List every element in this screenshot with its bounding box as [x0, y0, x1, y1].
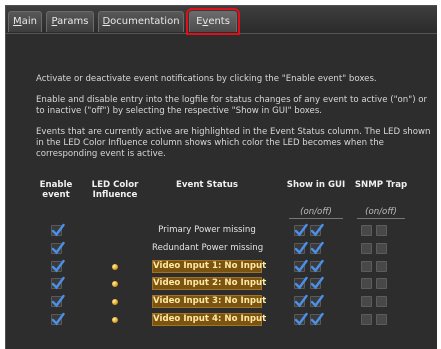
snmp-trap-off-checkbox[interactable]	[376, 278, 387, 289]
led-indicator-icon	[112, 264, 118, 270]
header-event-status: Event Status	[176, 180, 238, 190]
show-in-gui-off-checkbox[interactable]	[310, 259, 324, 273]
tab-documentation-label-key: D	[102, 16, 111, 27]
show-in-gui-off-checkbox[interactable]	[310, 276, 324, 290]
event-row: Video Input 4: No Input	[6, 311, 437, 329]
intro-paragraph-3: Events that are currently active are hig…	[36, 127, 431, 159]
checkmark-icon	[294, 312, 308, 326]
checkmark-icon	[294, 294, 308, 308]
checkmark-icon	[310, 312, 324, 326]
tab-params-label: arams	[57, 16, 89, 27]
show-in-gui-on-checkbox[interactable]	[294, 276, 308, 290]
tab-params[interactable]: Params	[46, 11, 94, 32]
window-frame: Main Params Documentation Events Activat…	[0, 0, 441, 349]
led-indicator-icon	[112, 317, 118, 323]
enable-event-checkbox[interactable]	[51, 312, 65, 326]
snmp-trap-off-checkbox[interactable]	[376, 296, 387, 307]
show-in-gui-off-checkbox[interactable]	[310, 223, 324, 237]
checkmark-icon	[310, 259, 324, 273]
led-indicator-icon	[112, 299, 118, 305]
snmp-trap-off-checkbox[interactable]	[376, 225, 387, 236]
checkmark-icon	[51, 294, 65, 308]
gui-on-off-label: (on/off)	[300, 207, 332, 217]
event-status-label: Redundant Power missing	[152, 243, 264, 253]
show-in-gui-on-checkbox[interactable]	[294, 294, 308, 308]
event-status-label: Primary Power missing	[158, 225, 256, 235]
led-indicator-icon	[112, 281, 118, 287]
checkmark-icon	[310, 223, 324, 237]
show-in-gui-on-checkbox[interactable]	[294, 312, 308, 326]
tab-events[interactable]: Events	[186, 8, 240, 35]
enable-event-checkbox[interactable]	[51, 294, 65, 308]
snmp-trap-on-checkbox[interactable]	[361, 225, 372, 236]
enable-event-checkbox[interactable]	[51, 259, 65, 273]
gui-subheader-divider	[289, 218, 343, 219]
snmp-trap-off-checkbox[interactable]	[376, 243, 387, 254]
event-row: Redundant Power missing	[6, 240, 437, 258]
event-status-label: Video Input 2: No Input	[152, 277, 267, 290]
checkmark-icon	[310, 294, 324, 308]
event-row: Video Input 3: No Input	[6, 293, 437, 311]
event-row: Primary Power missing	[6, 222, 437, 240]
header-enable-event: Enable event	[39, 180, 73, 200]
snmp-trap-on-checkbox[interactable]	[361, 278, 372, 289]
snmp-on-off-label: (on/off)	[365, 207, 397, 217]
checkmark-icon	[51, 259, 65, 273]
show-in-gui-on-checkbox[interactable]	[294, 259, 308, 273]
tab-bar: Main Params Documentation Events	[6, 6, 437, 35]
events-panel: Main Params Documentation Events Activat…	[5, 5, 437, 349]
enable-event-checkbox[interactable]	[51, 276, 65, 290]
checkmark-icon	[51, 241, 65, 255]
tab-documentation-label: ocumentation	[110, 16, 180, 27]
snmp-trap-on-checkbox[interactable]	[361, 314, 372, 325]
header-led-color-influence: LED Color Influence	[91, 180, 139, 200]
show-in-gui-off-checkbox[interactable]	[310, 241, 324, 255]
tab-main-label-key: M	[13, 16, 22, 27]
checkmark-icon	[294, 223, 308, 237]
tab-documentation[interactable]: Documentation	[98, 11, 184, 32]
event-status-label: Video Input 4: No Input	[152, 313, 267, 326]
snmp-trap-off-checkbox[interactable]	[376, 261, 387, 272]
snmp-subheader-divider	[357, 218, 405, 219]
checkmark-icon	[51, 223, 65, 237]
checkmark-icon	[294, 259, 308, 273]
header-snmp-trap: SNMP Trap	[354, 180, 408, 190]
checkmark-icon	[51, 276, 65, 290]
checkmark-icon	[310, 276, 324, 290]
event-status-label: Video Input 3: No Input	[152, 295, 267, 308]
snmp-trap-on-checkbox[interactable]	[361, 243, 372, 254]
snmp-trap-on-checkbox[interactable]	[361, 261, 372, 272]
event-status-label: Video Input 1: No Input	[152, 260, 267, 273]
checkmark-icon	[310, 241, 324, 255]
enable-event-checkbox[interactable]	[51, 241, 65, 255]
enable-event-checkbox[interactable]	[51, 223, 65, 237]
checkmark-icon	[51, 312, 65, 326]
snmp-trap-off-checkbox[interactable]	[376, 314, 387, 325]
show-in-gui-off-checkbox[interactable]	[310, 312, 324, 326]
tab-main-label: ain	[21, 16, 37, 27]
header-show-in-gui: Show in GUI	[286, 180, 346, 190]
tab-main[interactable]: Main	[8, 11, 42, 32]
show-in-gui-on-checkbox[interactable]	[294, 241, 308, 255]
show-in-gui-on-checkbox[interactable]	[294, 223, 308, 237]
event-row: Video Input 1: No Input	[6, 258, 437, 276]
show-in-gui-off-checkbox[interactable]	[310, 294, 324, 308]
snmp-trap-on-checkbox[interactable]	[361, 296, 372, 307]
tab-events-label: ents	[208, 16, 230, 27]
event-row: Video Input 2: No Input	[6, 275, 437, 293]
checkmark-icon	[294, 276, 308, 290]
checkmark-icon	[294, 241, 308, 255]
intro-paragraph-2: Enable and disable entry into the logfil…	[36, 95, 428, 116]
intro-paragraph-1: Activate or deactivate event notificatio…	[36, 74, 377, 84]
